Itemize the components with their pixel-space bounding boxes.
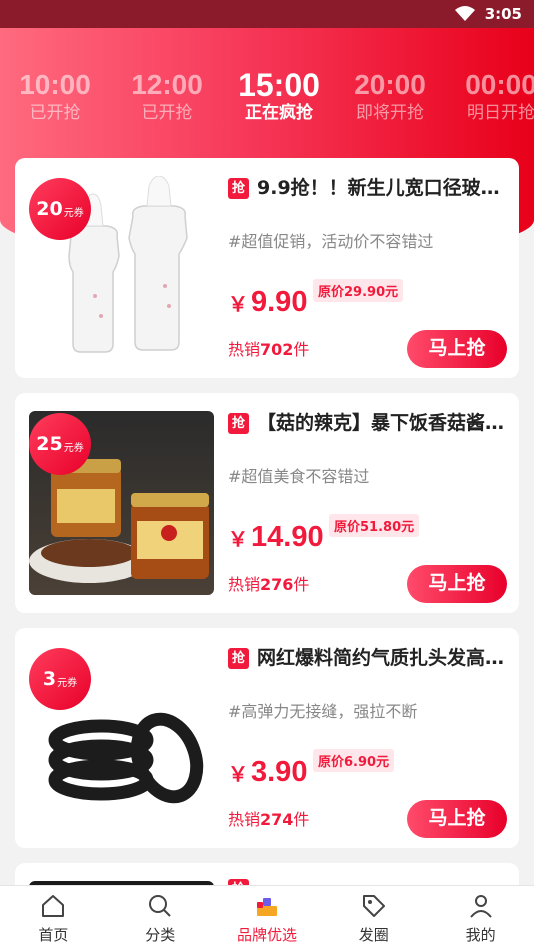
product-price: ￥ 9.90 — [228, 286, 308, 318]
coupon-unit: 元券 — [63, 208, 84, 219]
tab-label: 分类 — [145, 926, 176, 944]
coupon-badge: 25 元券 — [29, 413, 91, 475]
time-tab-time: 12:00 — [131, 69, 203, 100]
time-tab-2000[interactable]: 20:00 即将开抢 — [335, 68, 445, 124]
product-description: #高弹力无接缝，强拉不断 — [228, 702, 418, 721]
buy-now-button[interactable]: 马上抢 — [407, 330, 507, 368]
time-tab-status: 正在疯抢 — [245, 103, 313, 123]
tab-label: 品牌优选 — [236, 926, 297, 944]
tab-label: 发圈 — [358, 926, 389, 944]
product-description: #超值美食不容错过 — [228, 467, 370, 486]
product-description: #超值促销，活动价不容错过 — [228, 232, 434, 251]
tag-icon — [362, 895, 385, 917]
flash-sale-tag: 抢 — [228, 648, 249, 669]
tab-profile[interactable]: 我的 — [427, 886, 534, 949]
coupon-badge: 20 元券 — [29, 178, 91, 240]
tab-home[interactable]: 首页 — [0, 886, 107, 949]
product-price: ￥ 14.90 — [228, 521, 324, 553]
original-price: 原价29.90元 — [313, 279, 404, 302]
time-tab-status: 已开抢 — [29, 103, 81, 123]
time-tab-status: 即将开抢 — [356, 103, 424, 123]
time-tab-time: 10:00 — [19, 69, 91, 100]
product-title[interactable]: 【菇的辣克】暴下饭香菇酱拌面酱 — [257, 409, 511, 437]
user-icon — [469, 895, 492, 918]
coupon-value: 20 — [36, 198, 63, 220]
time-tab-1500[interactable]: 15:00 正在疯抢 — [224, 68, 334, 124]
coupon-badge: 3 元券 — [29, 648, 91, 710]
time-tab-status: 已开抢 — [141, 103, 193, 123]
status-time: 3:05 — [484, 5, 522, 23]
tab-label: 我的 — [465, 926, 496, 944]
coupon-value: 25 — [36, 433, 63, 455]
search-icon — [149, 895, 171, 917]
product-price: ￥ 3.90 — [228, 756, 308, 788]
product-card[interactable]: 3元券 抢 网红爆料简约气质扎头发高弹力发圈 #高弹力无接缝，强拉不断 ￥3.9… — [15, 628, 519, 848]
original-price: 原价51.80元 — [329, 514, 420, 537]
sold-count: 热销276件 — [228, 575, 310, 594]
time-tabs: 10:00 已开抢 12:00 已开抢 15:00 正在疯抢 20:00 即将开… — [0, 68, 534, 138]
product-title[interactable]: 网红爆料简约气质扎头发高弹力发圈 — [257, 644, 511, 672]
coupon-unit: 元券 — [63, 443, 84, 454]
flash-sale-tag: 抢 — [228, 178, 249, 199]
buy-now-button[interactable]: 马上抢 — [407, 800, 507, 838]
brand-icon — [256, 898, 277, 916]
status-bar: 3:05 — [0, 0, 534, 28]
sold-count: 热销702件 — [228, 340, 310, 359]
wifi-icon — [454, 6, 475, 21]
coupon-value: 3 — [42, 668, 57, 690]
flash-sale-tag: 抢 — [228, 413, 249, 434]
time-tab-time: 20:00 — [354, 69, 426, 100]
time-tab-0000[interactable]: 00:00 明日开抢 — [446, 68, 534, 124]
time-tab-1000[interactable]: 10:00 已开抢 — [0, 68, 110, 124]
bottom-tabbar: 首页 分类 品牌优选 发圈 我的 — [0, 885, 534, 949]
product-card[interactable]: 20 元券 抢 9.9抢！！新生儿宽口径玻璃奶瓶 #超值促销，活动价不容错过 ￥ 9… — [15, 158, 519, 378]
time-tab-time: 00:00 — [465, 69, 534, 100]
buy-now-button[interactable]: 马上抢 — [407, 565, 507, 603]
coupon-unit: 元券 — [57, 678, 78, 689]
sold-count: 热销274件 — [228, 810, 310, 829]
tab-share[interactable]: 发圈 — [320, 886, 427, 949]
tab-label: 首页 — [38, 926, 69, 944]
tab-category[interactable]: 分类 — [107, 886, 214, 949]
tab-brand[interactable]: 品牌优选 — [214, 886, 321, 949]
product-card[interactable]: 25元券 抢 【菇的辣克】暴下饭香菇酱拌面酱 #超值美食不容错过 ￥14.90 … — [15, 393, 519, 613]
time-tab-1200[interactable]: 12:00 已开抢 — [112, 68, 222, 124]
original-price: 原价6.90元 — [313, 749, 395, 772]
time-tab-time: 15:00 — [238, 68, 320, 103]
home-icon — [42, 895, 65, 917]
product-title[interactable]: 9.9抢！！新生儿宽口径玻璃奶瓶 — [257, 174, 511, 202]
time-tab-status: 明日开抢 — [467, 103, 534, 123]
